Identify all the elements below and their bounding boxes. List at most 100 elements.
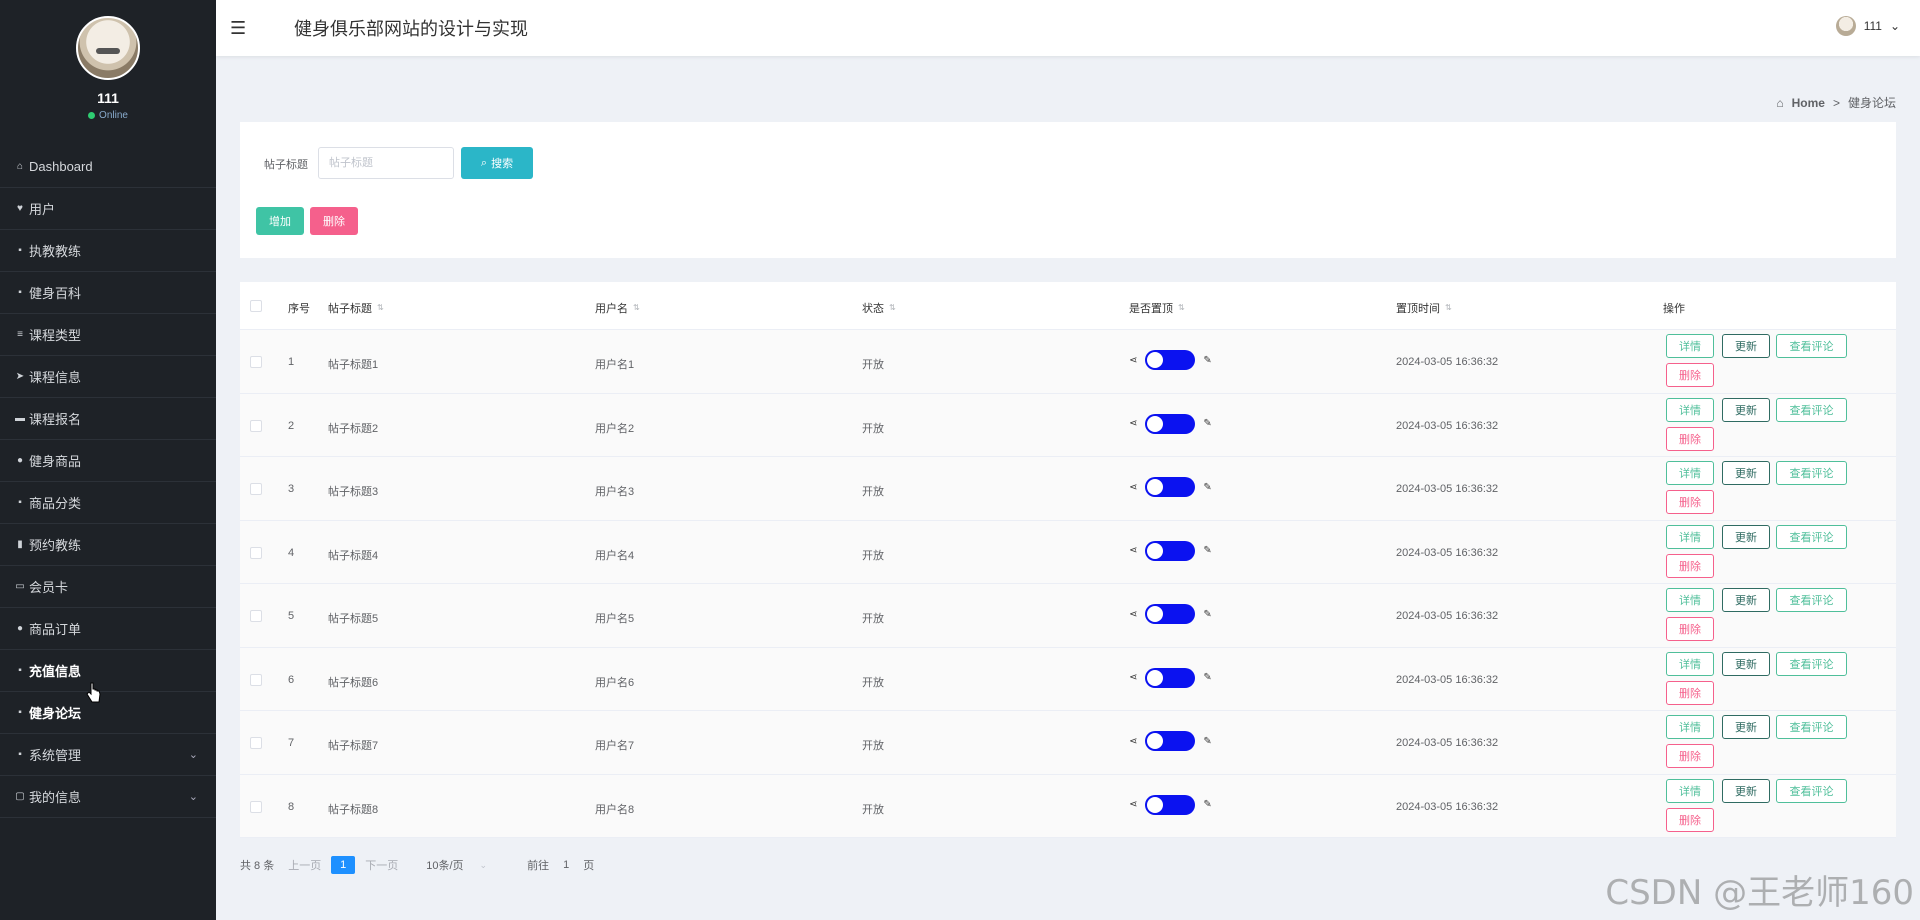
select-all-checkbox[interactable] [250, 300, 262, 312]
edit-icon: ✎ [1203, 481, 1212, 493]
delete-button[interactable]: 删除 [1666, 680, 1714, 705]
detail-button[interactable]: 详情 [1666, 715, 1714, 739]
pagination-total: 共 8 条 [240, 860, 275, 872]
header-status[interactable]: 状态 ⇅ [862, 300, 896, 316]
view-comments-button[interactable]: 查看评论 [1776, 778, 1847, 803]
user-dropdown[interactable]: 111 ⌄ [1835, 16, 1900, 36]
delete-button[interactable]: 删除 [1666, 617, 1714, 641]
cell-index: 4 [288, 546, 295, 559]
cell-title: 帖子标题2 [328, 422, 379, 435]
sidebar-item-13[interactable]: ▪ 健身论坛 [0, 692, 216, 734]
add-button[interactable]: 增加 [256, 207, 304, 235]
goto-page-input[interactable]: 1 [563, 859, 569, 871]
pinned-toggle[interactable] [1145, 350, 1196, 370]
sidebar-item-14[interactable]: ▪ 系统管理 ⌄ [0, 734, 216, 776]
search-button[interactable]: ⌕ 搜索 [461, 147, 533, 179]
update-button[interactable]: 更新 [1722, 778, 1770, 803]
sidebar-item-3[interactable]: ▪ 健身百科 [0, 272, 216, 314]
view-comments-button[interactable]: 查看评论 [1776, 651, 1847, 676]
goto-suffix: 页 [583, 860, 595, 872]
pinned-toggle[interactable] [1145, 477, 1196, 497]
detail-button[interactable]: 详情 [1666, 588, 1714, 612]
pinned-toggle[interactable] [1145, 604, 1196, 624]
pinned-toggle[interactable] [1145, 731, 1196, 751]
page-size-select[interactable]: 10条/页 ⌄ [426, 857, 487, 873]
page-number-current[interactable]: 1 [331, 856, 356, 874]
update-button[interactable]: 更新 [1722, 651, 1770, 676]
sidebar-item-12[interactable]: ▪ 充值信息 [0, 650, 216, 692]
detail-button[interactable]: 详情 [1666, 524, 1714, 549]
pinned-control: ⋖ ✎ [1129, 477, 1212, 497]
update-button[interactable]: 更新 [1722, 715, 1770, 739]
row-checkbox[interactable] [250, 673, 262, 686]
header-pinned[interactable]: 是否置顶 ⇅ [1129, 300, 1185, 316]
sidebar-item-4[interactable]: ≡ 课程类型 [0, 314, 216, 356]
sidebar-item-11[interactable]: ● 商品订单 [0, 608, 216, 650]
share-icon: ⋖ [1129, 735, 1138, 747]
row-checkbox[interactable] [250, 737, 262, 749]
card-icon: ▭ [15, 581, 25, 592]
delete-button[interactable]: 删除 [1666, 363, 1714, 387]
view-comments-button[interactable]: 查看评论 [1776, 588, 1847, 612]
detail-button[interactable]: 详情 [1666, 461, 1714, 485]
breadcrumb-home[interactable]: Home [1792, 96, 1825, 110]
detail-button[interactable]: 详情 [1666, 651, 1714, 676]
sidebar-item-5[interactable]: ➤ 课程信息 [0, 356, 216, 398]
update-button[interactable]: 更新 [1722, 461, 1770, 485]
pinned-toggle[interactable] [1145, 794, 1196, 815]
row-checkbox[interactable] [250, 356, 262, 368]
pinned-control: ⋖ ✎ [1129, 350, 1212, 370]
row-checkbox[interactable] [250, 800, 262, 813]
view-comments-button[interactable]: 查看评论 [1776, 461, 1847, 485]
cell-status: 开放 [862, 359, 884, 371]
update-button[interactable]: 更新 [1722, 334, 1770, 358]
sidebar-item-0[interactable]: ⌂ Dashboard [0, 146, 216, 188]
next-page-button[interactable]: 下一页 [365, 857, 398, 873]
delete-button[interactable]: 删除 [1666, 490, 1714, 514]
menu-toggle-icon[interactable]: ☰ [230, 18, 250, 39]
view-comments-button[interactable]: 查看评论 [1776, 715, 1847, 739]
pinned-toggle[interactable] [1145, 667, 1196, 688]
delete-button[interactable]: 删除 [1666, 807, 1714, 832]
prev-page-button[interactable]: 上一页 [288, 857, 321, 873]
update-button[interactable]: 更新 [1722, 397, 1770, 422]
sidebar-item-1[interactable]: ♥ 用户 [0, 188, 216, 230]
update-button[interactable]: 更新 [1722, 524, 1770, 549]
sidebar-item-15[interactable]: ▢ 我的信息 ⌄ [0, 776, 216, 818]
row-checkbox[interactable] [250, 610, 262, 622]
sidebar-menu: ⌂ Dashboard ♥ 用户 ▪ 执教教练 ▪ 健身百科 ≡ 课程类型 ➤ 课程信息 ▬ 课程报名 ● 健… [0, 146, 216, 818]
header-title[interactable]: 帖子标题 ⇅ [328, 300, 384, 316]
header-username[interactable]: 用户名 ⇅ [595, 300, 640, 316]
view-comments-button[interactable]: 查看评论 [1776, 334, 1847, 358]
pinned-toggle[interactable] [1145, 540, 1196, 561]
edit-icon: ✎ [1203, 735, 1212, 747]
cell-username: 用户名4 [595, 549, 635, 562]
grid-icon: ▪ [18, 665, 22, 676]
row-checkbox[interactable] [250, 483, 262, 495]
update-button[interactable]: 更新 [1722, 588, 1770, 612]
sidebar-item-label: Dashboard [29, 159, 93, 174]
delete-button[interactable]: 删除 [1666, 744, 1714, 768]
view-comments-button[interactable]: 查看评论 [1776, 397, 1847, 422]
detail-button[interactable]: 详情 [1666, 334, 1714, 358]
header-pin-time[interactable]: 置顶时间 ⇅ [1396, 300, 1452, 316]
view-comments-button[interactable]: 查看评论 [1776, 524, 1847, 549]
detail-button[interactable]: 详情 [1666, 397, 1714, 422]
sidebar-item-8[interactable]: ▪ 商品分类 [0, 482, 216, 524]
detail-button[interactable]: 详情 [1666, 778, 1714, 803]
row-checkbox[interactable] [250, 419, 262, 432]
search-input[interactable] [318, 147, 454, 179]
sidebar-item-7[interactable]: ● 健身商品 [0, 440, 216, 482]
row-checkbox[interactable] [250, 546, 262, 559]
sidebar-item-6[interactable]: ▬ 课程报名 [0, 398, 216, 440]
sidebar-item-9[interactable]: ▮ 预约教练 [0, 524, 216, 566]
sidebar-item-label: 商品分类 [29, 496, 82, 511]
delete-button[interactable]: 删除 [1666, 426, 1714, 451]
pinned-toggle[interactable] [1145, 413, 1196, 434]
delete-button[interactable]: 删除 [1666, 553, 1714, 578]
avatar[interactable] [76, 16, 140, 80]
cell-index: 5 [288, 610, 295, 622]
bulk-delete-button[interactable]: 删除 [310, 207, 358, 235]
sidebar-item-10[interactable]: ▭ 会员卡 [0, 566, 216, 608]
sidebar-item-2[interactable]: ▪ 执教教练 [0, 230, 216, 272]
